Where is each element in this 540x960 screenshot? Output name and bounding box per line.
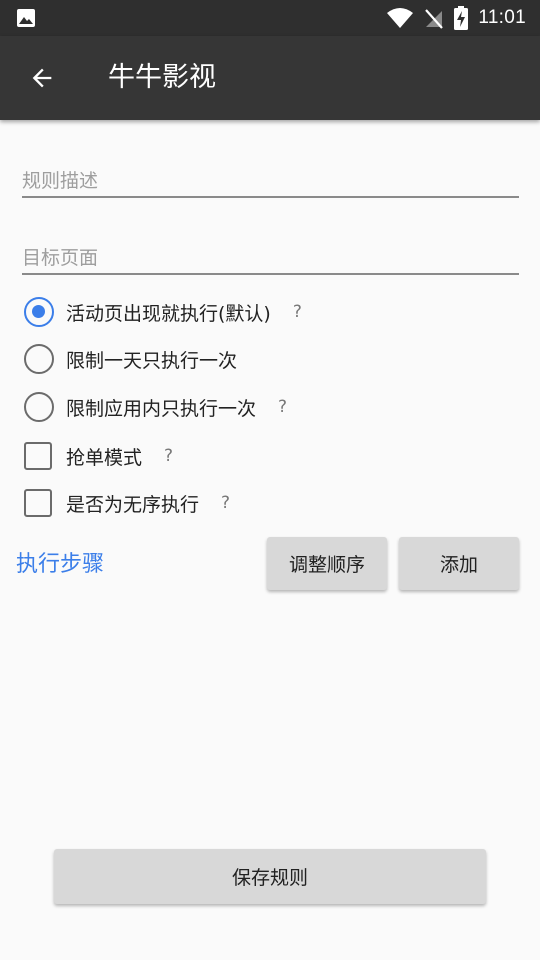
battery-charging-icon	[454, 6, 469, 30]
checkbox[interactable]	[24, 489, 52, 517]
radio-button[interactable]	[24, 344, 54, 374]
help-icon[interactable]: ?	[278, 397, 287, 417]
status-time: 11:01	[478, 7, 526, 28]
rule-description-input[interactable]	[22, 158, 519, 196]
radio-option-default[interactable]: 活动页出现就执行(默认) ?	[24, 296, 302, 328]
radio-option-once-per-app[interactable]: 限制应用内只执行一次 ?	[24, 391, 287, 423]
target-page-input[interactable]	[22, 235, 519, 273]
checkbox[interactable]	[24, 442, 52, 470]
help-icon[interactable]: ?	[221, 493, 230, 513]
execution-steps-title: 执行步骤	[16, 552, 105, 577]
checkbox-unordered-execution[interactable]: 是否为无序执行 ?	[24, 487, 230, 519]
arrow-back-icon	[32, 68, 52, 88]
image-icon	[17, 9, 35, 27]
radio-option-once-per-day[interactable]: 限制一天只执行一次	[24, 343, 237, 375]
status-bar: 11:01	[0, 0, 540, 36]
no-signal-icon	[425, 9, 444, 29]
save-rule-button[interactable]: 保存规则	[54, 849, 486, 904]
radio-label: 限制应用内只执行一次	[66, 397, 257, 420]
checkbox-label: 是否为无序执行	[66, 493, 200, 516]
radio-label: 限制一天只执行一次	[66, 349, 238, 372]
target-page-field	[22, 235, 519, 275]
help-icon[interactable]: ?	[164, 446, 173, 466]
checkbox-grab-order-mode[interactable]: 抢单模式 ?	[24, 440, 173, 472]
radio-label: 活动页出现就执行(默认)	[66, 302, 271, 325]
help-icon[interactable]: ?	[293, 302, 302, 322]
checkbox-label: 抢单模式	[66, 446, 143, 469]
radio-button[interactable]	[24, 392, 54, 422]
back-button[interactable]	[24, 60, 60, 96]
app-bar: 牛牛影视	[0, 36, 540, 120]
wifi-icon	[387, 8, 414, 28]
add-button[interactable]: 添加	[399, 537, 519, 590]
radio-button-selected[interactable]	[24, 297, 54, 327]
reorder-button[interactable]: 调整顺序	[267, 537, 387, 590]
page-title: 牛牛影视	[108, 62, 216, 93]
rule-description-field	[22, 158, 519, 198]
